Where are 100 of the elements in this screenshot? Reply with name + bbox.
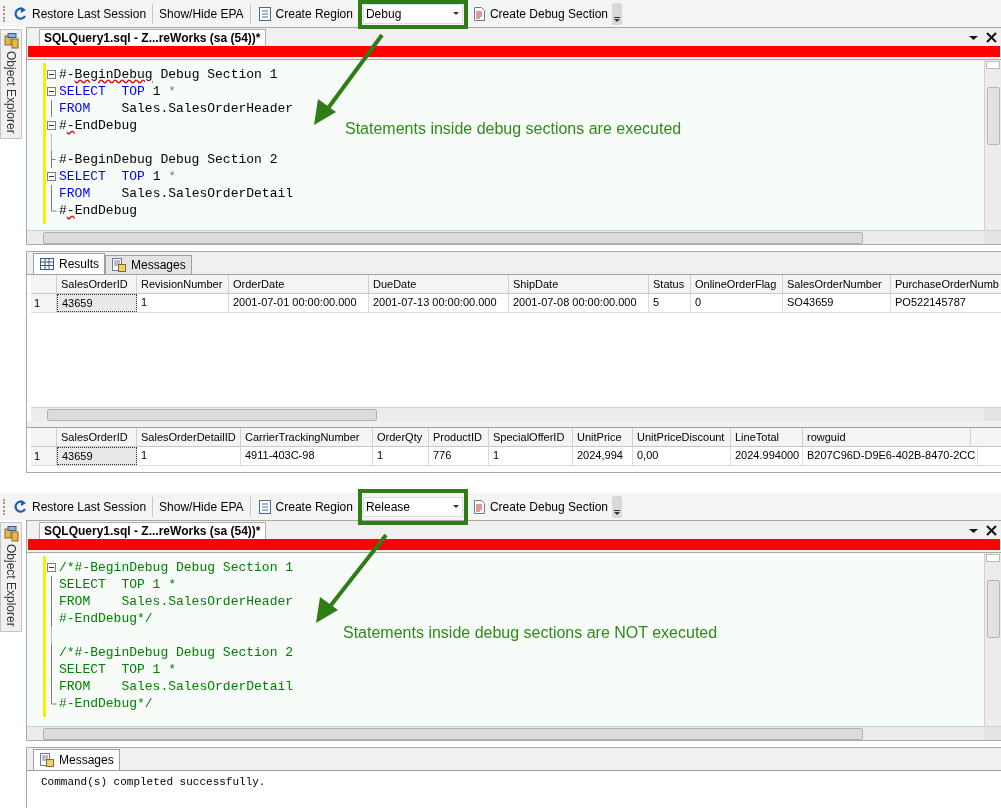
table-cell: 2024,994 xyxy=(573,447,633,465)
annotation-text: Statements inside debug sections are NOT executed xyxy=(343,623,718,643)
table-cell: 1 xyxy=(137,447,241,465)
table-cell: 2001-07-13 00:00:00.000 xyxy=(369,294,509,312)
dropdown-caret-icon xyxy=(452,12,459,15)
toolbar-button[interactable]: Create Debug Section xyxy=(468,2,611,25)
column-header[interactable]: SalesOrderNumber xyxy=(783,275,891,293)
table-cell: 0 xyxy=(691,294,783,312)
column-header[interactable]: SalesOrderDetailID xyxy=(137,428,241,446)
toolbar-button[interactable]: Create Debug Section xyxy=(468,495,611,518)
table-cell: 43659 xyxy=(57,447,137,465)
column-header[interactable]: SpecialOfferID xyxy=(489,428,573,446)
horizontal-scrollbar[interactable] xyxy=(27,230,984,244)
close-icon xyxy=(986,32,997,43)
database-icon xyxy=(3,33,19,49)
toolbar-button[interactable]: Show/Hide EPA xyxy=(157,495,246,518)
collapse-icon xyxy=(47,172,56,181)
code-line: SELECT TOP 1 * xyxy=(59,576,177,593)
column-header[interactable]: ShipDate xyxy=(509,275,649,293)
outline-end-icon xyxy=(51,202,57,212)
table-cell: 0,00 xyxy=(633,447,731,465)
table-cell: B207C96D-D9E6-402B-8470-2CC xyxy=(803,447,979,465)
code-line: /*#-BeginDebug Debug Section 1 xyxy=(59,559,294,576)
chevron-down-icon xyxy=(614,16,621,22)
row-number: 1 xyxy=(31,294,57,312)
column-header[interactable]: OrderDate xyxy=(229,275,369,293)
table-cell: 1 xyxy=(137,294,229,312)
code-line: #-EndDebug xyxy=(59,117,138,134)
horizontal-scrollbar[interactable] xyxy=(27,726,984,740)
results-grid[interactable] xyxy=(27,427,1001,472)
outline-line xyxy=(51,185,52,202)
object-explorer-tab[interactable]: Object Explorer xyxy=(0,522,22,632)
toolbar-overflow-button[interactable] xyxy=(612,2,623,25)
column-header[interactable]: SalesOrderID xyxy=(57,428,137,446)
messages-icon xyxy=(111,257,127,273)
column-header[interactable]: OrderQty xyxy=(373,428,429,446)
dropdown-caret-icon xyxy=(452,505,459,508)
collapse-icon xyxy=(47,70,56,79)
table-cell: 2024.994000 xyxy=(731,447,803,465)
code-line: #-EndDebug*/ xyxy=(59,610,153,627)
table-cell: SO43659 xyxy=(783,294,891,312)
table-cell: 1 xyxy=(489,447,573,465)
column-header[interactable]: OnlineOrderFlag xyxy=(691,275,783,293)
table-cell: 5 xyxy=(649,294,691,312)
close-icon xyxy=(986,525,997,536)
code-line: SELECT TOP 1 * xyxy=(59,661,177,678)
configuration-dropdown[interactable]: Debug xyxy=(362,3,463,24)
results-tab[interactable]: Results xyxy=(33,253,105,274)
dropdown-arrow-icon xyxy=(969,35,978,40)
document-tab[interactable]: SQLQuery1.sql - Z...reWorks (sa (54))* xyxy=(39,522,266,539)
results-tab[interactable]: Messages xyxy=(33,749,120,770)
column-header[interactable]: SalesOrderID xyxy=(57,275,137,293)
results-tab[interactable]: Messages xyxy=(105,255,192,274)
message-text: Command(s) completed successfully. xyxy=(41,775,267,790)
annotation-text: Statements inside debug sections are executed xyxy=(345,119,682,139)
grid-icon xyxy=(39,256,55,272)
outline-end-icon xyxy=(51,695,57,705)
column-header[interactable]: UnitPriceDiscount xyxy=(633,428,731,446)
refresh-icon xyxy=(13,5,29,22)
table-cell: 4911-403C-98 xyxy=(241,447,373,465)
configuration-dropdown[interactable]: Release xyxy=(362,496,463,517)
code-line: #-BeginDebug Debug Section 2 xyxy=(59,151,278,168)
toolbar-button[interactable]: Restore Last Session xyxy=(11,495,149,518)
code-line: FROM Sales.SalesOrderDetail xyxy=(59,678,294,695)
column-header[interactable]: PurchaseOrderNumb xyxy=(891,275,1001,293)
column-header[interactable]: ProductID xyxy=(429,428,489,446)
horizontal-scrollbar[interactable] xyxy=(31,407,984,421)
table-cell: 2001-07-01 00:00:00.000 xyxy=(229,294,369,312)
toolbar-button[interactable]: Show/Hide EPA xyxy=(157,2,246,25)
vertical-scrollbar[interactable] xyxy=(984,553,1001,726)
column-header[interactable]: DueDate xyxy=(369,275,509,293)
refresh-icon xyxy=(13,498,29,515)
chevron-down-icon xyxy=(614,509,621,515)
code-line: /*#-BeginDebug Debug Section 2 xyxy=(59,644,294,661)
dropdown-arrow-icon xyxy=(969,528,978,533)
toolbar-overflow-button[interactable] xyxy=(612,495,623,518)
table-cell: PO522145787 xyxy=(891,294,1001,312)
column-header[interactable]: UnitPrice xyxy=(573,428,633,446)
database-icon xyxy=(3,526,19,542)
outline-tick-icon xyxy=(51,151,56,168)
code-line: #-EndDebug xyxy=(59,202,138,219)
column-header[interactable]: Status xyxy=(649,275,691,293)
document-tab[interactable]: SQLQuery1.sql - Z...reWorks (sa (54))* xyxy=(39,29,266,46)
column-header[interactable]: CarrierTrackingNumber xyxy=(241,428,373,446)
code-line: FROM Sales.SalesOrderHeader xyxy=(59,100,294,117)
table-cell: 43659 xyxy=(57,294,137,312)
collapse-icon xyxy=(47,121,56,130)
object-explorer-tab[interactable]: Object Explorer xyxy=(0,29,22,139)
table-cell: 776 xyxy=(429,447,489,465)
list-document-icon xyxy=(256,5,273,22)
toolbar-button[interactable]: Create Region xyxy=(254,2,355,25)
code-line: #-EndDebug*/ xyxy=(59,695,153,712)
outline-line xyxy=(51,100,52,117)
toolbar-button[interactable]: Restore Last Session xyxy=(11,2,149,25)
code-line: SELECT TOP 1 * xyxy=(59,83,177,100)
vertical-scrollbar[interactable] xyxy=(984,60,1001,230)
column-header[interactable]: RevisionNumber xyxy=(137,275,229,293)
column-header[interactable]: LineTotal xyxy=(731,428,803,446)
column-header[interactable]: rowguid xyxy=(803,428,971,446)
toolbar-button[interactable]: Create Region xyxy=(254,495,355,518)
